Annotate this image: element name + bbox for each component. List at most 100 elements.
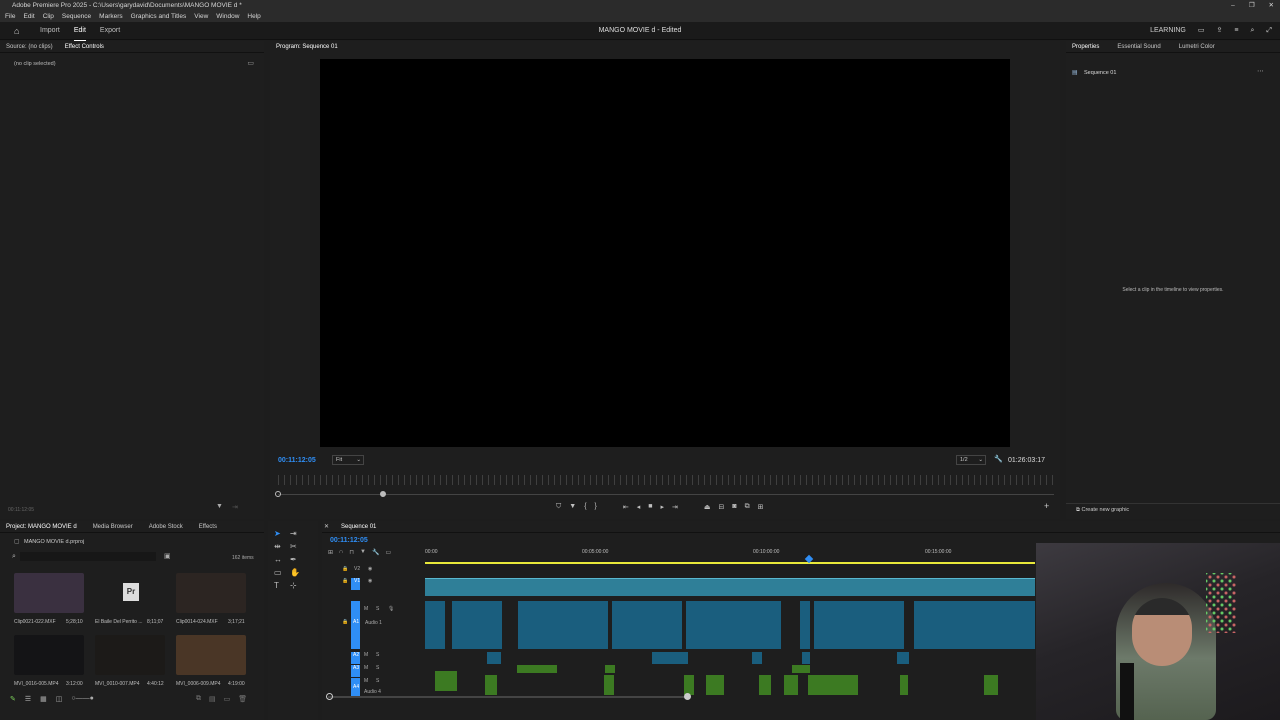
media-thumbnail[interactable]: [176, 635, 246, 675]
zoom-scrollbar[interactable]: [278, 494, 1054, 495]
go-to-out-icon[interactable]: ⇥: [672, 503, 678, 511]
audio-clip[interactable]: [612, 601, 682, 649]
linked-selection-icon[interactable]: ⊓: [349, 549, 354, 556]
pen-tool-icon[interactable]: ✒: [290, 555, 306, 564]
more-options-icon[interactable]: ⋯: [1257, 67, 1264, 75]
razor-tool-icon[interactable]: ✂: [290, 542, 306, 551]
lock-icon[interactable]: 🔒: [342, 566, 348, 572]
playhead-timecode[interactable]: 00:11:12:05: [278, 457, 316, 464]
tab-media-browser[interactable]: Media Browser: [93, 521, 133, 532]
menu-graphics[interactable]: Graphics and Titles: [131, 11, 187, 22]
tab-essential-sound[interactable]: Essential Sound: [1117, 41, 1160, 52]
audio-clip[interactable]: [914, 601, 1035, 649]
music-clip[interactable]: [435, 671, 457, 691]
selection-tool-icon[interactable]: ➤: [274, 529, 290, 538]
workspaces-icon[interactable]: ≡: [1234, 22, 1238, 40]
filter-icon[interactable]: ▼: [216, 503, 223, 510]
media-thumbnail[interactable]: [14, 573, 84, 613]
minimize-button[interactable]: –: [1231, 0, 1235, 11]
pencil-icon[interactable]: ✎: [10, 695, 16, 703]
learning-button[interactable]: LEARNING: [1150, 22, 1186, 40]
media-thumbnail[interactable]: Pr: [95, 573, 165, 613]
vr-icon[interactable]: ⊞: [758, 503, 764, 511]
mute-icon[interactable]: M: [364, 678, 368, 684]
tab-effect-controls[interactable]: Effect Controls: [65, 41, 104, 52]
create-graphic-button[interactable]: ⧉ Create new graphic: [1066, 503, 1280, 515]
find-icon[interactable]: ▤: [209, 695, 216, 703]
fullscreen-icon[interactable]: ⤢: [1266, 22, 1272, 40]
slip-tool-icon[interactable]: ↔: [274, 555, 290, 564]
tab-adobe-stock[interactable]: Adobe Stock: [149, 521, 183, 532]
media-thumbnail[interactable]: [14, 635, 84, 675]
audio-clip[interactable]: [487, 652, 501, 664]
menu-help[interactable]: Help: [247, 11, 260, 22]
tab-properties[interactable]: Properties: [1072, 41, 1099, 52]
music-clip[interactable]: [605, 665, 615, 673]
export-icon[interactable]: ⇥: [232, 503, 238, 511]
music-clip[interactable]: [517, 665, 557, 673]
lift-icon[interactable]: ⏏: [704, 503, 711, 511]
time-ruler[interactable]: 00:00 00:05:00:00 00:10:00:00 00:15:00:0…: [425, 549, 1035, 559]
add-marker-icon[interactable]: ▼: [360, 549, 366, 556]
compare-icon[interactable]: ⧉: [745, 503, 750, 511]
freeform-view-icon[interactable]: ◫: [56, 695, 63, 703]
mini-ruler[interactable]: [278, 475, 1054, 485]
transform-tool-icon[interactable]: ⊹: [290, 581, 306, 590]
scroll-handle-left[interactable]: [275, 491, 281, 497]
list-view-icon[interactable]: ☰: [25, 695, 31, 703]
music-clip[interactable]: [706, 675, 724, 695]
step-back-icon[interactable]: ◂: [637, 503, 641, 511]
new-bin-icon[interactable]: ▣: [164, 552, 171, 560]
mute-icon[interactable]: M: [364, 606, 368, 612]
audio-clip[interactable]: [897, 652, 909, 664]
media-thumbnail[interactable]: [176, 573, 246, 613]
audio-clip[interactable]: [814, 601, 904, 649]
audio-clip[interactable]: [518, 601, 608, 649]
music-clip[interactable]: [604, 675, 614, 695]
sequence-tab[interactable]: Sequence 01: [341, 521, 376, 532]
lock-icon[interactable]: 🔒: [342, 619, 348, 625]
audio-clip[interactable]: [425, 601, 445, 649]
audio-clip[interactable]: [686, 601, 781, 649]
tab-project[interactable]: Project: MANGO MOVIE d: [6, 521, 77, 532]
snap-icon[interactable]: ∩: [339, 549, 343, 556]
step-forward-icon[interactable]: ▸: [661, 503, 665, 511]
zoom-slider[interactable]: ○——●: [71, 695, 93, 703]
wrench-icon[interactable]: 🔧: [994, 455, 1003, 463]
automate-icon[interactable]: ⧉: [196, 695, 201, 703]
audio-clip[interactable]: [752, 652, 762, 664]
audio-clip[interactable]: [652, 652, 672, 664]
icon-view-icon[interactable]: ▦: [40, 695, 47, 703]
menu-edit[interactable]: Edit: [23, 11, 34, 22]
timeline-scroll-end[interactable]: [684, 693, 691, 700]
mute-icon[interactable]: M: [364, 652, 368, 658]
music-clip[interactable]: [485, 675, 497, 695]
solo-icon[interactable]: S: [376, 678, 379, 684]
video-clip[interactable]: [425, 578, 1035, 596]
music-clip[interactable]: [792, 665, 810, 673]
audio-clip[interactable]: [672, 652, 688, 664]
timeline-scroll-start[interactable]: [326, 693, 333, 700]
audio-clip[interactable]: [452, 601, 502, 649]
trash-icon[interactable]: 🗑: [238, 695, 247, 703]
project-search-input[interactable]: [20, 552, 156, 561]
panel-icon[interactable]: ▭: [1198, 22, 1205, 40]
music-clip[interactable]: [808, 675, 858, 695]
timeline-scrollbar[interactable]: [328, 696, 688, 698]
add-marker-icon[interactable]: ⛉: [556, 503, 561, 511]
mark-out-icon[interactable]: }: [595, 503, 597, 511]
add-button-icon[interactable]: +: [1044, 501, 1049, 511]
share-icon[interactable]: ⇪: [1217, 22, 1223, 40]
type-tool-icon[interactable]: T: [274, 581, 290, 590]
music-clip[interactable]: [984, 675, 998, 695]
close-button[interactable]: ✕: [1269, 0, 1274, 11]
new-item-icon[interactable]: ▭: [224, 695, 231, 703]
rectangle-tool-icon[interactable]: ▭: [274, 568, 290, 577]
search-icon[interactable]: ⌕: [1250, 22, 1254, 40]
tab-lumetri-color[interactable]: Lumetri Color: [1179, 41, 1215, 52]
nest-icon[interactable]: ⊞: [328, 549, 333, 556]
close-sequence-icon[interactable]: ✕: [324, 521, 329, 532]
menu-clip[interactable]: Clip: [43, 11, 54, 22]
marker-icon[interactable]: ▼: [569, 503, 576, 511]
program-tab[interactable]: Program: Sequence 01: [276, 41, 338, 53]
